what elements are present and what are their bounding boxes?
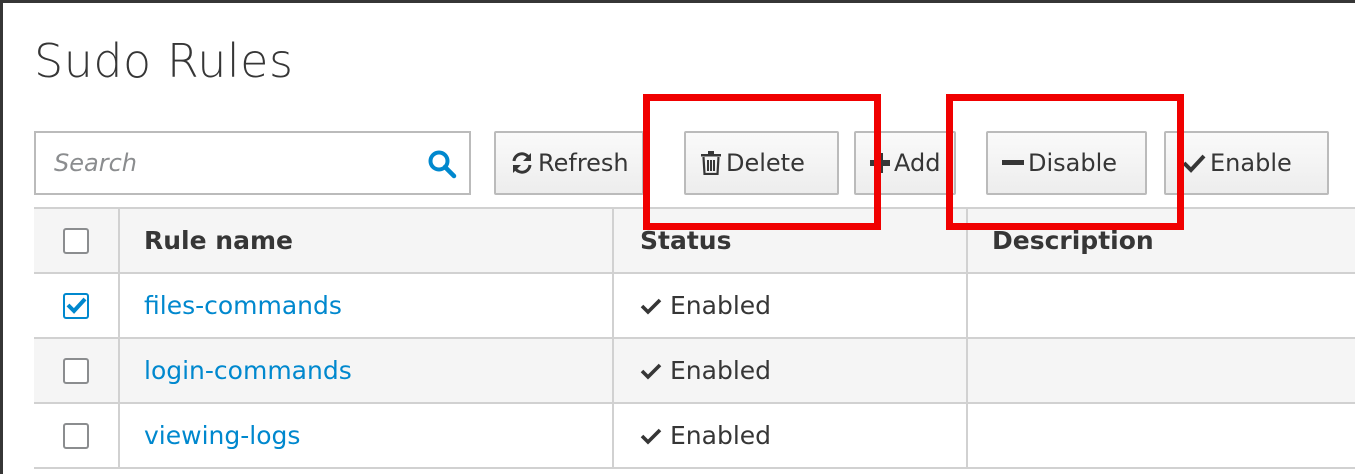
row-checkbox[interactable] bbox=[63, 357, 89, 384]
rule-name-link[interactable]: viewing-logs bbox=[144, 421, 300, 450]
select-all-cell bbox=[34, 209, 120, 272]
table-row[interactable]: login-commands Enabled bbox=[34, 339, 1355, 404]
rule-name-link[interactable]: login-commands bbox=[144, 356, 352, 385]
description-cell bbox=[968, 404, 1355, 467]
row-checkbox-checked[interactable] bbox=[63, 292, 89, 319]
page-title: Sudo Rules bbox=[34, 34, 294, 88]
status-cell: Enabled bbox=[614, 339, 968, 402]
search-input[interactable] bbox=[38, 135, 408, 191]
enable-button-label: Enable bbox=[1210, 149, 1292, 177]
checkmark-icon bbox=[640, 362, 662, 380]
table-row[interactable]: files-commands Enabled bbox=[34, 274, 1355, 339]
status-cell: Enabled bbox=[614, 404, 968, 467]
search-icon[interactable] bbox=[427, 149, 457, 179]
enable-button[interactable]: Enable bbox=[1164, 131, 1329, 195]
add-button-label: Add bbox=[894, 149, 941, 177]
select-all-checkbox[interactable] bbox=[63, 227, 89, 254]
annotation-highlight-delete bbox=[643, 94, 881, 230]
window-frame-top bbox=[0, 0, 1355, 3]
refresh-button-label: Refresh bbox=[538, 149, 629, 177]
refresh-icon bbox=[510, 151, 534, 175]
table-row[interactable]: viewing-logs Enabled bbox=[34, 404, 1355, 469]
status-text: Enabled bbox=[670, 291, 772, 320]
row-checkbox-cell bbox=[34, 339, 120, 402]
row-checkbox-cell bbox=[34, 274, 120, 337]
description-cell bbox=[968, 274, 1355, 337]
rule-name-link[interactable]: files-commands bbox=[144, 291, 342, 320]
window-frame-left bbox=[0, 0, 3, 474]
row-checkbox-cell bbox=[34, 404, 120, 467]
checkmark-icon bbox=[1182, 153, 1206, 173]
search-box bbox=[34, 131, 471, 195]
rule-name-cell: login-commands bbox=[120, 339, 614, 402]
checkmark-icon bbox=[640, 297, 662, 315]
column-header-rule-name[interactable]: Rule name bbox=[120, 209, 614, 272]
row-checkbox[interactable] bbox=[63, 422, 89, 449]
status-cell: Enabled bbox=[614, 274, 968, 337]
annotation-highlight-disable bbox=[946, 94, 1184, 230]
status-text: Enabled bbox=[670, 421, 772, 450]
status-text: Enabled bbox=[670, 356, 772, 385]
description-cell bbox=[968, 339, 1355, 402]
checkmark-icon bbox=[640, 427, 662, 445]
rule-name-cell: viewing-logs bbox=[120, 404, 614, 467]
refresh-button[interactable]: Refresh bbox=[494, 131, 644, 195]
rule-name-cell: files-commands bbox=[120, 274, 614, 337]
